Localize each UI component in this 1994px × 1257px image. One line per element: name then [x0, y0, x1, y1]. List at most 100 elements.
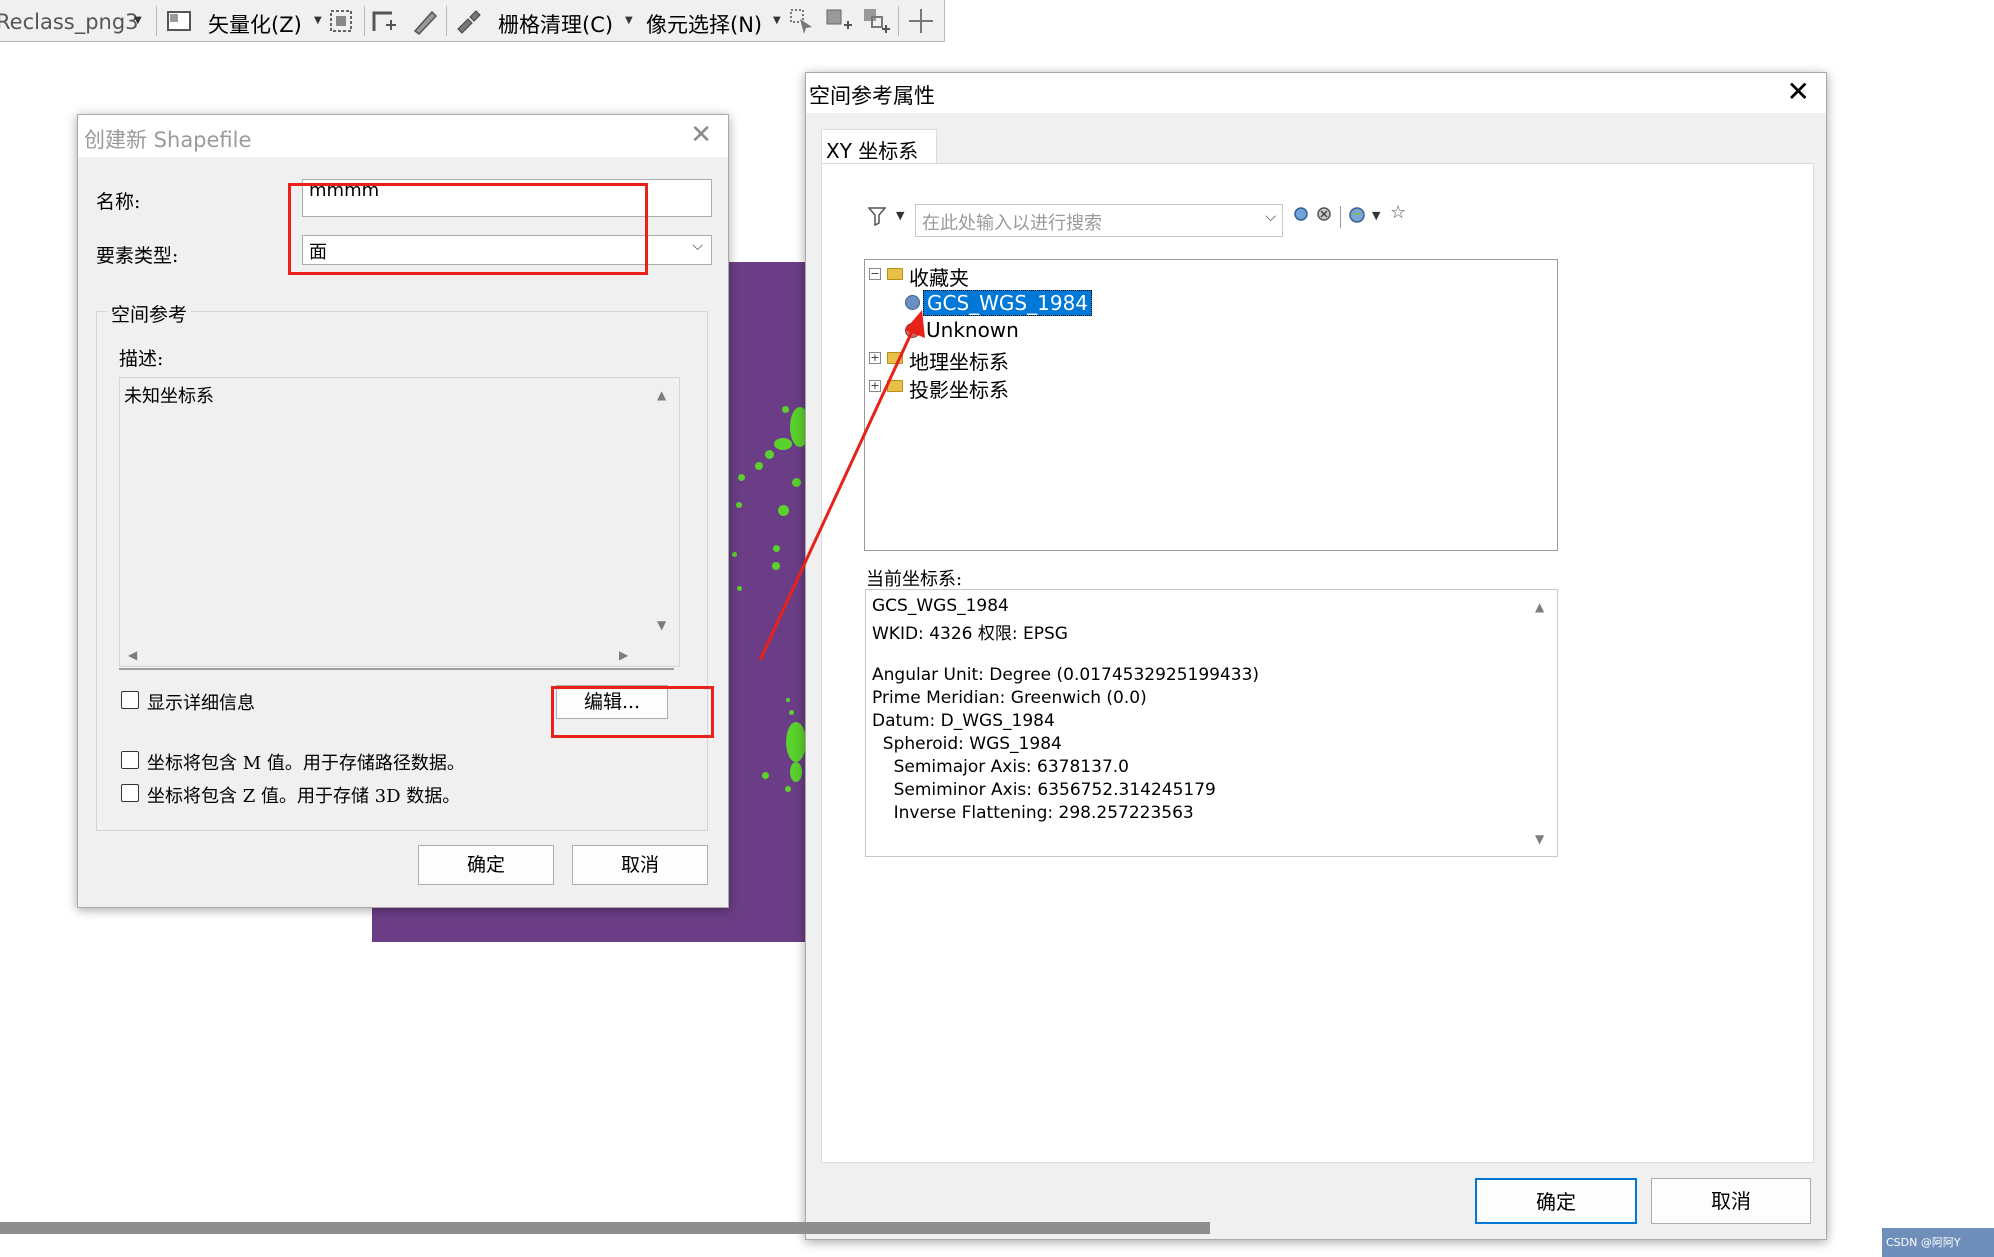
- annotation-highlight-box: [288, 183, 648, 275]
- horizontal-scrollbar[interactable]: ◀ ▶: [120, 646, 647, 666]
- add-selection-icon[interactable]: [824, 7, 852, 35]
- tree-node-label: GCS_WGS_1984: [923, 290, 1093, 316]
- raster-patch: [732, 552, 737, 557]
- expand-selection-icon[interactable]: [862, 7, 890, 35]
- raster-patch: [762, 772, 769, 779]
- raster-grid-icon[interactable]: [327, 7, 355, 35]
- chevron-down-icon[interactable]: ▼: [134, 15, 142, 26]
- scroll-down-icon[interactable]: ▼: [657, 618, 666, 632]
- chevron-down-icon[interactable]: ▼: [1372, 209, 1380, 222]
- chevron-down-icon[interactable]: ▼: [773, 15, 781, 26]
- show-details-label: 显示详细信息: [147, 693, 255, 714]
- spatial-reference-properties-dialog: 空间参考属性 ✕ XY 坐标系 ▼ 在此处输入以进行搜索 ⌵ ▼ ☆ − 收藏夹…: [805, 72, 1827, 1240]
- raster-patch: [790, 762, 802, 782]
- scroll-up-icon[interactable]: ▲: [657, 388, 666, 402]
- raster-patch: [765, 450, 774, 459]
- cleanup-tool-icon[interactable]: [454, 7, 482, 35]
- raster-patch: [736, 502, 742, 508]
- toolbar-separator: [364, 6, 365, 36]
- scroll-left-icon[interactable]: ◀: [128, 648, 137, 662]
- draw-line-icon[interactable]: [370, 7, 398, 35]
- cancel-button[interactable]: 取消: [572, 845, 708, 885]
- m-values-checkbox[interactable]: [121, 751, 139, 769]
- expand-icon[interactable]: +: [869, 352, 881, 364]
- ok-button[interactable]: 确定: [418, 845, 554, 885]
- close-icon[interactable]: ✕: [690, 120, 712, 150]
- raster-patch: [738, 474, 745, 481]
- search-placeholder: 在此处输入以进行搜索: [922, 213, 1102, 234]
- description-box: 未知坐标系 ▲ ▼ ◀ ▶: [119, 377, 680, 667]
- description-label: 描述:: [119, 348, 164, 370]
- cs-detail-line: GCS_WGS_1984: [872, 596, 1009, 616]
- watermark: CSDN @阿阿Y: [1882, 1228, 1994, 1257]
- feature-type-label: 要素类型:: [96, 245, 179, 267]
- cs-detail-line: Prime Meridian: Greenwich (0.0): [872, 688, 1147, 708]
- m-values-label: 坐标将包含 M 值。用于存储路径数据。: [147, 753, 465, 774]
- tree-node-label: 投影坐标系: [909, 378, 1009, 402]
- divider: [119, 668, 674, 670]
- scroll-up-icon[interactable]: ▲: [1535, 600, 1544, 614]
- layout-icon[interactable]: [165, 7, 193, 35]
- raster-patch: [773, 545, 780, 552]
- dialog-title: 创建新 Shapefile: [84, 128, 252, 152]
- scroll-right-icon[interactable]: ▶: [619, 648, 628, 662]
- select-pixel-icon[interactable]: [788, 7, 816, 35]
- chevron-down-icon[interactable]: ⌵: [692, 238, 703, 254]
- close-icon[interactable]: ✕: [1787, 75, 1810, 108]
- dialog-title: 空间参考属性: [809, 84, 935, 108]
- raster-patch: [755, 462, 763, 470]
- tab-xy-coordinate-system[interactable]: XY 坐标系: [821, 129, 937, 163]
- unknown-globe-icon: [905, 323, 920, 338]
- globe-icon: [905, 295, 920, 310]
- expand-icon[interactable]: +: [869, 380, 881, 392]
- crosshair-icon[interactable]: [907, 7, 935, 35]
- filter-icon[interactable]: [868, 206, 886, 226]
- cs-detail-line: Semiminor Axis: 6356752.314245179: [872, 780, 1216, 800]
- pencil-icon[interactable]: [410, 7, 438, 35]
- raster-patch: [774, 438, 792, 450]
- folder-icon: [887, 352, 903, 364]
- raster-patch: [792, 478, 801, 487]
- raster-patch: [786, 698, 790, 702]
- scroll-down-icon[interactable]: ▼: [1535, 832, 1544, 846]
- toolbar-separator: [446, 6, 447, 36]
- chevron-down-icon[interactable]: ▼: [896, 209, 904, 222]
- folder-icon: [887, 268, 903, 280]
- add-favorite-icon[interactable]: ☆: [1390, 202, 1406, 223]
- pixel-select-menu[interactable]: 像元选择(N): [646, 9, 762, 39]
- toolbar: Reclass_png3 ▼ 矢量化(Z) ▼ 栅格清理(C) ▼ 像元选择(N…: [0, 0, 945, 42]
- raster-patch: [789, 710, 794, 715]
- cs-detail-line: Angular Unit: Degree (0.0174532925199433…: [872, 665, 1260, 685]
- chevron-down-icon[interactable]: ▼: [314, 15, 322, 26]
- raster-patch: [782, 406, 789, 413]
- cs-detail-line: Spheroid: WGS_1984: [872, 734, 1062, 754]
- cs-detail-line: WKID: 4326 权限: EPSG: [872, 624, 1068, 644]
- z-values-label: 坐标将包含 Z 值。用于存储 3D 数据。: [147, 786, 461, 807]
- z-values-checkbox[interactable]: [121, 784, 139, 802]
- layer-combo[interactable]: Reclass_png3: [0, 10, 139, 34]
- annotation-highlight-box: [551, 686, 714, 738]
- search-input[interactable]: 在此处输入以进行搜索 ⌵: [915, 204, 1283, 237]
- dialog-titlebar: 创建新 Shapefile ✕: [78, 115, 728, 157]
- name-label: 名称:: [96, 191, 141, 213]
- raster-cleanup-menu[interactable]: 栅格清理(C): [498, 9, 613, 39]
- cancel-button[interactable]: 取消: [1651, 1178, 1811, 1224]
- show-details-checkbox[interactable]: [121, 691, 139, 709]
- collapse-icon[interactable]: −: [869, 268, 881, 280]
- toolbar-separator: [156, 6, 157, 36]
- globe-icon[interactable]: [1348, 206, 1366, 224]
- vectorize-menu[interactable]: 矢量化(Z): [208, 9, 302, 39]
- toolbar-separator: [1340, 206, 1341, 228]
- ok-button[interactable]: 确定: [1475, 1178, 1637, 1224]
- clear-search-icon[interactable]: [1316, 206, 1334, 224]
- horizontal-scrollbar[interactable]: [0, 1222, 1210, 1234]
- search-icon[interactable]: [1293, 206, 1311, 224]
- chevron-down-icon[interactable]: ⌵: [1265, 209, 1276, 225]
- vertical-scrollbar[interactable]: ▲ ▼: [647, 378, 679, 646]
- vertical-scrollbar[interactable]: ▲ ▼: [1524, 590, 1557, 856]
- cs-detail-line: Datum: D_WGS_1984: [872, 711, 1055, 731]
- toolbar-separator: [898, 6, 899, 36]
- folder-icon: [887, 380, 903, 392]
- coordinate-system-tree[interactable]: − 收藏夹 GCS_WGS_1984 Unknown + 地理坐标系 + 投影坐…: [864, 259, 1558, 551]
- chevron-down-icon[interactable]: ▼: [625, 15, 633, 26]
